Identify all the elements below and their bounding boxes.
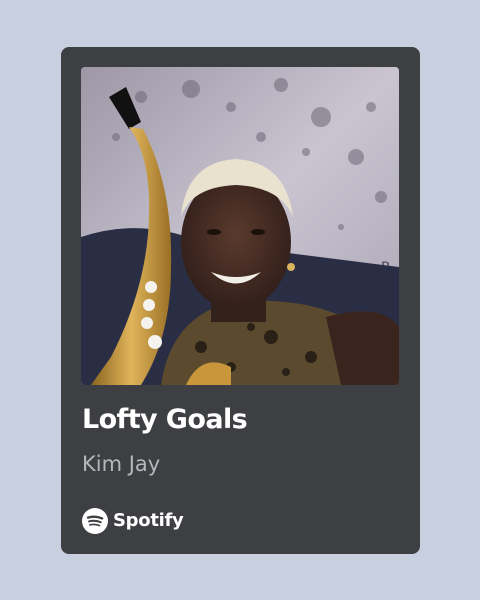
spotify-wordmark: Spotify xyxy=(113,510,184,531)
track-title[interactable]: Lofty Goals xyxy=(82,404,248,435)
artist-name[interactable]: Kim Jay xyxy=(82,452,160,476)
spotify-embed-card[interactable]: R xyxy=(61,47,420,554)
spotify-icon xyxy=(82,507,108,534)
spotify-logo[interactable]: Spotify xyxy=(82,507,184,534)
album-art-image[interactable]: R xyxy=(81,67,399,385)
